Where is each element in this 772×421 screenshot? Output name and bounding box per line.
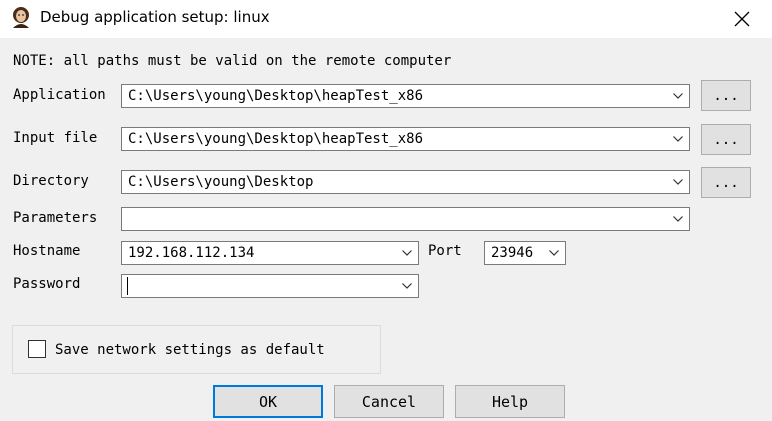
port-value: 23946 [491, 245, 534, 261]
password-combo[interactable] [121, 274, 419, 298]
chevron-down-icon [673, 216, 683, 222]
save-default-checkbox[interactable] [28, 340, 46, 358]
chevron-down-icon [549, 250, 559, 256]
input-file-browse-button[interactable]: ... [701, 124, 751, 155]
directory-browse-button[interactable]: ... [701, 167, 751, 198]
hostname-combo[interactable]: 192.168.112.134 [121, 241, 419, 265]
port-combo[interactable]: 23946 [484, 241, 566, 265]
directory-combo[interactable]: C:\Users\young\Desktop [121, 170, 690, 194]
parameters-label: Parameters [13, 210, 98, 226]
parameters-combo[interactable] [121, 207, 690, 231]
note-text: NOTE: all paths must be valid on the rem… [13, 53, 452, 69]
chevron-down-icon [673, 179, 683, 185]
window-title: Debug application setup: linux [40, 8, 270, 26]
application-value: C:\Users\young\Desktop\heapTest_x86 [128, 88, 424, 104]
directory-label: Directory [13, 173, 89, 189]
chevron-down-icon [673, 93, 683, 99]
save-default-label[interactable]: Save network settings as default [55, 342, 325, 358]
ok-button[interactable]: OK [213, 385, 323, 418]
cancel-button[interactable]: Cancel [334, 385, 444, 418]
title-bar: Debug application setup: linux [0, 0, 772, 38]
close-button[interactable] [712, 0, 772, 38]
application-label: Application [13, 87, 106, 103]
help-button[interactable]: Help [455, 385, 565, 418]
password-label: Password [13, 276, 81, 292]
app-logo-icon [13, 7, 29, 28]
chevron-down-icon [673, 136, 683, 142]
text-caret [127, 277, 128, 295]
chevron-down-icon [402, 250, 412, 256]
input-file-label: Input file [13, 130, 98, 146]
chevron-down-icon [402, 283, 412, 289]
port-label: Port [428, 243, 462, 259]
application-browse-button[interactable]: ... [701, 80, 751, 111]
application-combo[interactable]: C:\Users\young\Desktop\heapTest_x86 [121, 84, 690, 108]
close-icon [734, 11, 750, 27]
input-file-value: C:\Users\young\Desktop\heapTest_x86 [128, 131, 424, 147]
input-file-combo[interactable]: C:\Users\young\Desktop\heapTest_x86 [121, 127, 690, 151]
hostname-value: 192.168.112.134 [128, 245, 255, 261]
hostname-label: Hostname [13, 243, 81, 259]
directory-value: C:\Users\young\Desktop [128, 174, 314, 190]
